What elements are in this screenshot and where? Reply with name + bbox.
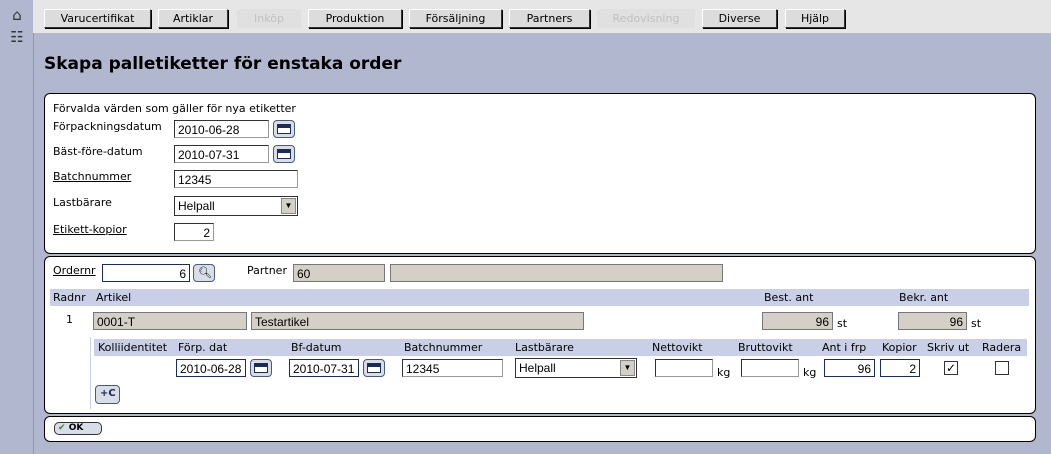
col-kolliidentitet: Kolliidentitet [98, 341, 168, 354]
menu-hjalp[interactable]: Hjälp [785, 9, 845, 28]
chevron-down-icon: ▼ [281, 198, 296, 214]
net-weight-input[interactable] [655, 359, 713, 377]
col-bekr-ant: Bekr. ant [899, 291, 949, 304]
search-icon: 🔍︎ [198, 266, 212, 279]
print-checkbox[interactable]: ✓ [944, 361, 958, 375]
col-nettovikt: Nettovikt [652, 341, 703, 354]
menu-produktion[interactable]: Produktion [308, 9, 402, 28]
ok-button[interactable]: ✔ OK [54, 422, 102, 435]
label-bf-calendar-button[interactable] [363, 359, 385, 377]
bekr-unit: st [971, 317, 982, 330]
calendar-icon [254, 363, 268, 373]
calendar-icon [367, 363, 381, 373]
best-before-input[interactable]: 2010-07-31 [174, 145, 269, 163]
label-carrier-select[interactable]: Helpall ▼ [515, 358, 637, 378]
carrier-select[interactable]: Helpall ▼ [174, 196, 298, 216]
calendar-icon [277, 124, 291, 134]
col-lastbarare: Lastbärare [515, 341, 574, 354]
label-bf-date-input[interactable]: 2010-07-31 [289, 359, 359, 377]
col-skriv-ut: Skriv ut [927, 341, 970, 354]
page-title: Skapa palletiketter för enstaka order [44, 54, 402, 74]
menu-varucertifikat[interactable]: Varucertifikat [44, 9, 151, 28]
best-before-label: Bäst-före-datum [53, 145, 143, 158]
list-icon[interactable]: ☷ [7, 28, 27, 46]
net-weight-unit: kg [717, 366, 731, 379]
col-ant-i-frp: Ant i frp [822, 341, 867, 354]
chevron-down-icon: ▼ [620, 360, 635, 376]
order-input[interactable]: 6 [102, 264, 190, 282]
col-radnr: Radnr [53, 291, 86, 304]
col-best-ant: Best. ant [764, 291, 814, 304]
packing-date-calendar-button[interactable] [273, 120, 295, 138]
col-artikel: Artikel [96, 291, 132, 304]
best-qty-field: 96 [762, 312, 833, 330]
partner-label: Partner [247, 264, 287, 277]
menu-partners[interactable]: Partners [509, 9, 590, 28]
order-label: Ordernr [53, 264, 96, 277]
label-forp-calendar-button[interactable] [250, 359, 272, 377]
label-forp-date-input[interactable]: 2010-06-28 [176, 359, 246, 377]
batch-input[interactable]: 12345 [174, 170, 298, 188]
label-batch-input[interactable]: 12345 [402, 359, 503, 377]
ok-button-label: OK [68, 423, 84, 433]
calendar-icon [277, 149, 291, 159]
rows-header [50, 289, 1029, 306]
delete-checkbox[interactable] [995, 361, 1009, 375]
bekr-qty-field: 96 [898, 312, 967, 330]
partner-name-field [390, 264, 723, 282]
row-radnr: 1 [66, 313, 73, 326]
col-forp-dat: Förp. dat [178, 341, 228, 354]
defaults-heading: Förvalda värden som gäller för nya etike… [53, 102, 296, 115]
article-name-field: Testartikel [251, 312, 584, 330]
menu-forsaljning[interactable]: Försäljning [409, 9, 502, 28]
carrier-label: Lastbärare [53, 196, 112, 209]
partner-id-field: 60 [293, 264, 385, 282]
qty-per-pack-input[interactable]: 96 [824, 359, 875, 377]
order-search-button[interactable]: 🔍︎ [193, 264, 215, 282]
col-bf-datum: Bf-datum [291, 341, 342, 354]
article-code-field: 0001-T [93, 312, 247, 330]
col-batchnummer: Batchnummer [404, 341, 483, 354]
left-toolbar [0, 0, 34, 454]
packing-date-label: Förpackningsdatum [53, 120, 162, 133]
add-label-icon: +C [100, 388, 116, 399]
label-carrier-select-value: Helpall [519, 361, 556, 375]
col-radera: Radera [982, 341, 1022, 354]
label-copies-input[interactable]: 2 [880, 359, 920, 377]
batch-label: Batchnummer [53, 170, 132, 183]
gross-weight-unit: kg [803, 366, 817, 379]
menu-diverse[interactable]: Diverse [702, 9, 777, 28]
add-label-button[interactable]: +C [95, 385, 120, 404]
copies-input[interactable]: 2 [174, 223, 214, 241]
packing-date-input[interactable]: 2010-06-28 [174, 120, 269, 138]
best-unit: st [837, 317, 848, 330]
best-before-calendar-button[interactable] [273, 145, 295, 163]
col-bruttovikt: Bruttovikt [738, 341, 793, 354]
check-icon: ✔ [58, 423, 66, 433]
home-icon[interactable]: ⌂ [7, 6, 27, 24]
copies-label: Etikett-kopior [53, 223, 127, 236]
ok-panel [44, 416, 1036, 442]
col-kopior: Kopior [882, 341, 917, 354]
menu-inkop: Inköp [237, 9, 301, 28]
menu-redovisning: Redovisning [597, 9, 695, 28]
menu-artiklar[interactable]: Artiklar [158, 9, 228, 28]
carrier-select-value: Helpall [178, 199, 215, 213]
gross-weight-input[interactable] [741, 359, 799, 377]
